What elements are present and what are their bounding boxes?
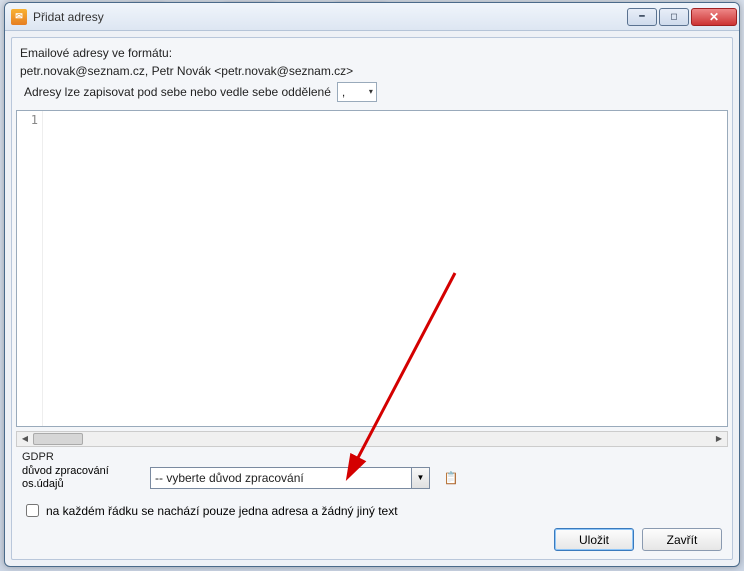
window-controls: ━ ◻ ✕ bbox=[625, 8, 737, 26]
gdpr-reason-label: důvod zpracování os.údajů bbox=[22, 465, 142, 491]
single-address-checkbox[interactable] bbox=[26, 504, 39, 517]
scroll-right-icon[interactable]: ▶ bbox=[711, 432, 727, 446]
address-editor: 1 bbox=[16, 110, 728, 427]
gdpr-reason-value: -- vyberte důvod zpracování bbox=[151, 471, 411, 485]
gdpr-group: GDPR důvod zpracování os.údajů -- vybert… bbox=[16, 449, 728, 497]
minimize-button[interactable]: ━ bbox=[627, 8, 657, 26]
gdpr-legend: GDPR bbox=[22, 451, 722, 463]
close-button[interactable]: Zavřít bbox=[642, 528, 722, 551]
single-address-row: na každém řádku se nachází pouze jedna a… bbox=[16, 497, 728, 524]
dialog-window: ✉ Přidat adresy ━ ◻ ✕ Emailové adresy ve… bbox=[4, 2, 740, 567]
copy-icon[interactable]: 📋 bbox=[442, 469, 460, 487]
dialog-content: Emailové adresy ve formátu: petr.novak@s… bbox=[11, 37, 733, 560]
maximize-button[interactable]: ◻ bbox=[659, 8, 689, 26]
close-window-button[interactable]: ✕ bbox=[691, 8, 737, 26]
scroll-thumb[interactable] bbox=[33, 433, 83, 445]
dialog-buttons: Uložit Zavřít bbox=[16, 524, 728, 553]
save-button[interactable]: Uložit bbox=[554, 528, 634, 551]
separator-value: , bbox=[342, 83, 345, 101]
line-gutter: 1 bbox=[17, 111, 43, 426]
single-address-label: na každém řádku se nachází pouze jedna a… bbox=[46, 504, 398, 518]
gdpr-reason-combobox[interactable]: -- vyberte důvod zpracování ▼ bbox=[150, 467, 430, 489]
line-number: 1 bbox=[17, 113, 38, 127]
app-icon: ✉ bbox=[11, 9, 27, 25]
help-line-2: petr.novak@seznam.cz, Petr Novák <petr.n… bbox=[20, 62, 724, 80]
horizontal-scrollbar[interactable]: ◀ ▶ bbox=[16, 431, 728, 447]
window-title: Přidat adresy bbox=[33, 10, 625, 24]
help-text: Emailové adresy ve formátu: petr.novak@s… bbox=[16, 42, 728, 106]
help-line-1: Emailové adresy ve formátu: bbox=[20, 44, 724, 62]
help-line-3: Adresy lze zapisovat pod sebe nebo vedle… bbox=[24, 83, 331, 101]
address-textarea[interactable] bbox=[43, 111, 727, 426]
scroll-left-icon[interactable]: ◀ bbox=[17, 432, 33, 446]
chevron-down-icon[interactable]: ▼ bbox=[411, 468, 429, 488]
titlebar[interactable]: ✉ Přidat adresy ━ ◻ ✕ bbox=[5, 3, 739, 31]
separator-select[interactable]: , bbox=[337, 82, 377, 102]
